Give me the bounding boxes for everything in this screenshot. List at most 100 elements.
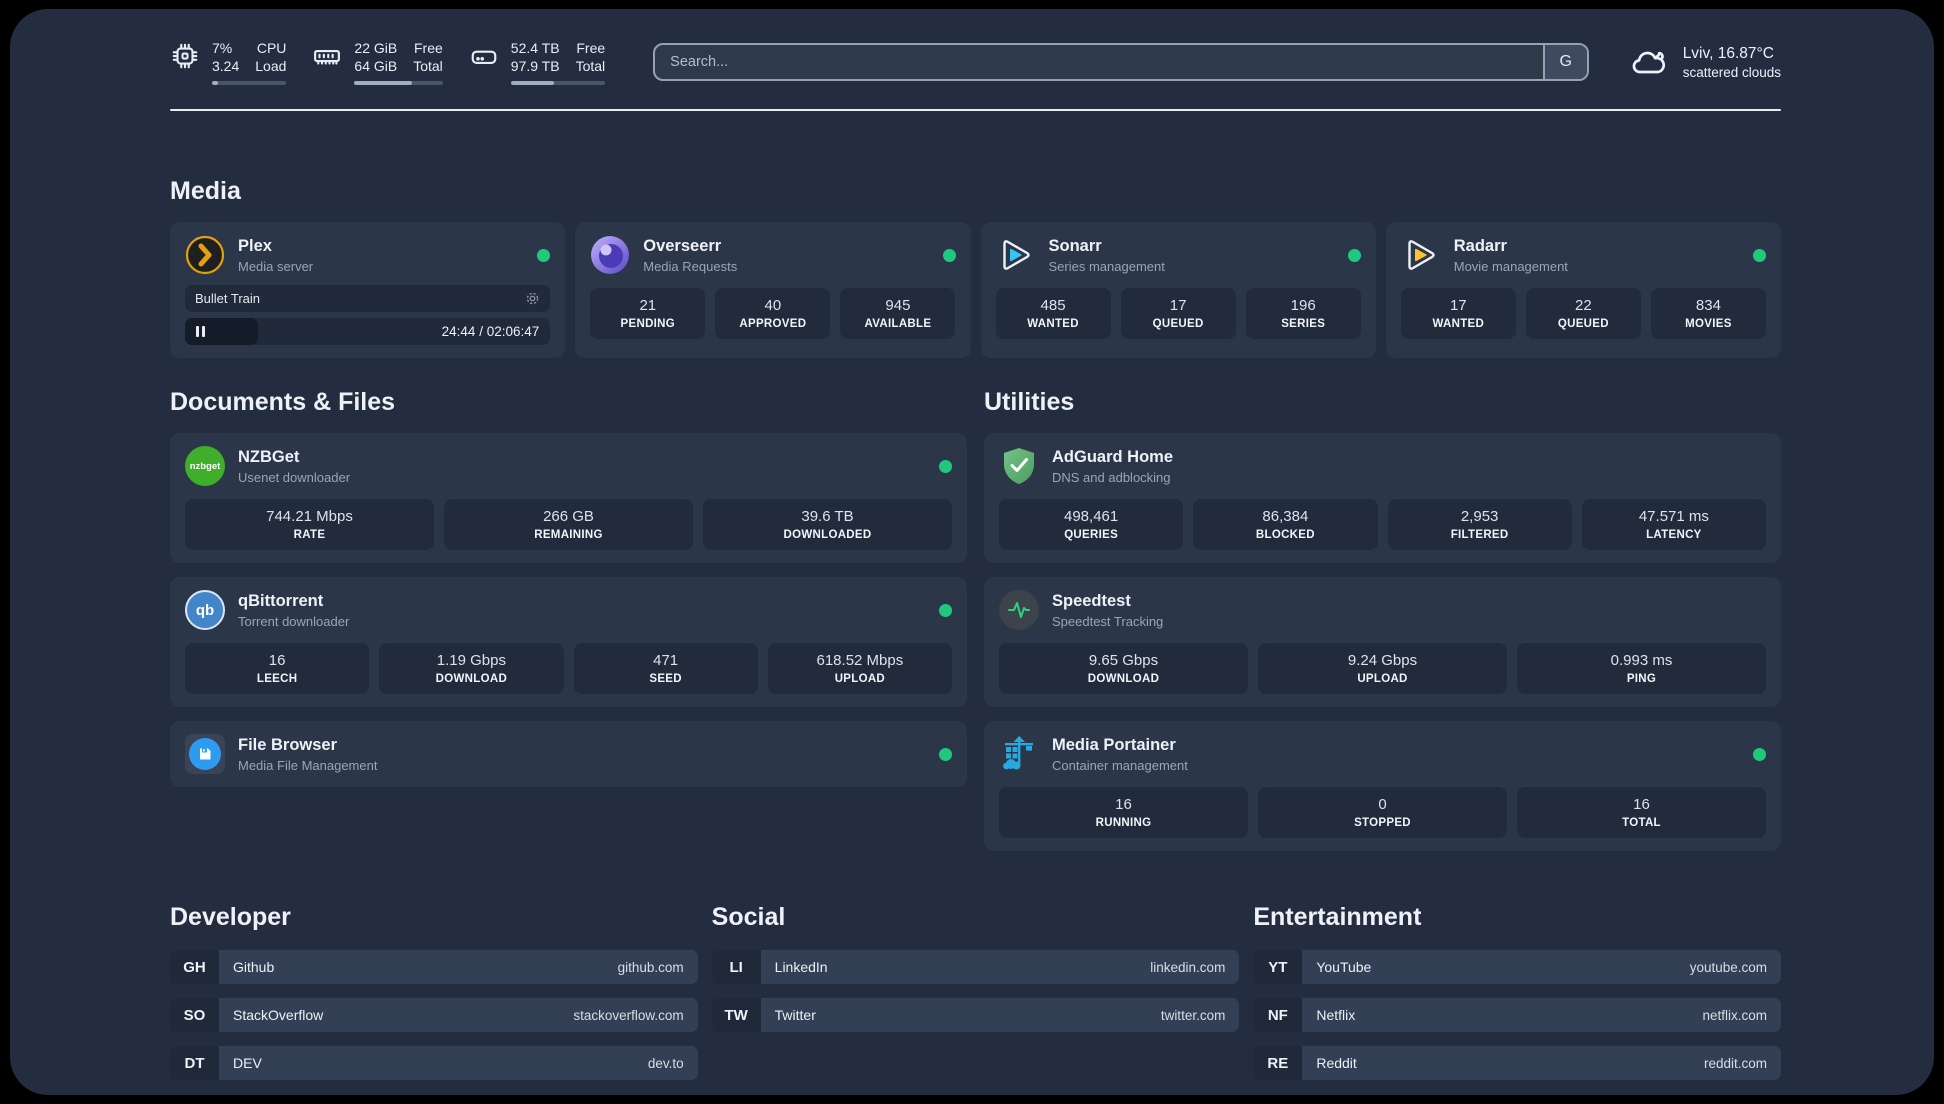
link-abbr: NF — [1253, 998, 1303, 1033]
plex-icon — [185, 236, 225, 275]
disk-progress-fill — [510, 81, 555, 86]
status-dot — [939, 747, 952, 761]
stat-series: 196 SERIES — [1245, 288, 1361, 340]
playback-progress-bar[interactable]: 24:44 / 02:06:47 — [185, 318, 551, 346]
weather-widget: Lviv, 16.87°C scattered clouds — [1629, 42, 1781, 82]
disk-stats: 52.4 TB 97.9 TB Free Total — [510, 39, 606, 86]
section-title-media: Media — [170, 177, 241, 206]
app-desc: Container management — [1052, 757, 1188, 773]
section-title-developer: Developer — [170, 903, 291, 932]
adguard-icon — [1004, 448, 1034, 485]
stat-rate: 744.21 Mbps RATE — [185, 499, 434, 551]
links-social: Social LI LinkedIn linkedin.com TW Twitt… — [711, 903, 1240, 1094]
disk-total-label: Total — [575, 58, 606, 75]
disk-progress-track — [510, 81, 606, 86]
app-card-speedtest[interactable]: Speedtest Speedtest Tracking 9.65 Gbps D… — [984, 577, 1781, 708]
cpu-load-value: 3.24 — [212, 58, 240, 75]
link-abbr: RE — [1253, 1046, 1303, 1081]
stat-upload: 9.24 Gbps UPLOAD — [1258, 643, 1507, 695]
header-divider — [170, 109, 1781, 112]
disk-free-label: Free — [576, 40, 606, 56]
app-name: Media Portainer — [1052, 735, 1176, 754]
app-card-sonarr[interactable]: Sonarr Series management 485 WANTED 17 Q… — [980, 222, 1376, 359]
app-name: AdGuard Home — [1052, 447, 1174, 466]
link-abbr: GH — [170, 950, 219, 985]
status-dot — [942, 248, 956, 262]
stat-queued: 22 QUEUED — [1525, 288, 1641, 340]
stat-running: 16 RUNNING — [999, 787, 1248, 839]
utilities-column: Utilities AdGuard Home DNS and adblockin… — [984, 388, 1781, 852]
playback-progress-fill — [185, 318, 259, 346]
app-card-qbittorrent[interactable]: qb qBittorrent Torrent downloader 16 LEE… — [170, 577, 967, 708]
section-title-social: Social — [711, 903, 786, 932]
nzbget-icon: nzbget — [185, 446, 225, 487]
stat-filtered: 2,953 FILTERED — [1387, 499, 1572, 551]
link-github[interactable]: GH Github github.com — [170, 950, 698, 985]
disk-icon — [471, 50, 497, 64]
pause-icon — [196, 326, 199, 338]
ram-free-label: Free — [414, 40, 443, 56]
link-abbr: DT — [170, 1046, 219, 1081]
app-card-nzbget[interactable]: nzbget NZBGet Usenet downloader 744.21 M… — [170, 433, 967, 564]
link-twitter[interactable]: TW Twitter twitter.com — [711, 998, 1240, 1033]
app-card-overseerr[interactable]: Overseerr Media Requests 21 PENDING 40 A… — [575, 222, 971, 359]
stat-remaining: 266 GB REMAINING — [444, 499, 693, 551]
cpu-progress-fill — [212, 81, 218, 86]
cloud-icon — [1632, 51, 1665, 74]
stat-seed: 471 SEED — [573, 643, 758, 695]
stat-download: 9.65 Gbps DOWNLOAD — [999, 643, 1248, 695]
link-dev[interactable]: DT DEV dev.to — [170, 1046, 698, 1081]
settings-icon[interactable] — [525, 291, 540, 306]
app-card-plex[interactable]: Plex Media server Bullet Train 24:44 / 0… — [170, 222, 566, 359]
stat-ping: 0.993 ms PING — [1517, 643, 1766, 695]
ram-widget: 22 GiB 64 GiB Free Total — [312, 39, 443, 86]
search-bar[interactable]: G — [653, 43, 1589, 82]
cpu-label: CPU — [256, 40, 287, 56]
app-card-radarr[interactable]: Radarr Movie management 17 WANTED 22 QUE… — [1385, 222, 1781, 359]
sonarr-icon — [1002, 240, 1030, 271]
status-dot — [1347, 248, 1361, 262]
app-name: Speedtest — [1052, 591, 1131, 610]
stat-total: 16 TOTAL — [1517, 787, 1766, 839]
app-desc: Media Requests — [643, 258, 738, 274]
app-desc: Movie management — [1453, 258, 1568, 274]
playback-time: 24:44 / 02:06:47 — [441, 324, 540, 340]
link-abbr: YT — [1253, 950, 1303, 985]
link-linkedin[interactable]: LI LinkedIn linkedin.com — [711, 950, 1240, 985]
app-name: Sonarr — [1048, 236, 1102, 255]
weather-location: Lviv, 16.87°C — [1682, 44, 1774, 62]
status-dot — [939, 603, 952, 617]
ram-total-label: Total — [413, 58, 443, 75]
disk-free-value: 52.4 TB — [510, 40, 560, 56]
status-dot — [939, 459, 952, 473]
link-reddit[interactable]: RE Reddit reddit.com — [1253, 1046, 1781, 1081]
cpu-icon — [172, 43, 198, 69]
stat-leech: 16 LEECH — [185, 643, 370, 695]
now-playing-row: Bullet Train — [185, 285, 551, 313]
section-title-documents: Documents & Files — [170, 388, 396, 417]
app-card-adguard[interactable]: AdGuard Home DNS and adblocking 498,461 … — [984, 433, 1781, 564]
app-desc: Media File Management — [238, 757, 378, 773]
app-desc: DNS and adblocking — [1052, 469, 1171, 485]
link-abbr: TW — [711, 998, 761, 1033]
stat-downloaded: 39.6 TB DOWNLOADED — [703, 499, 952, 551]
stat-queries: 498,461 QUERIES — [999, 499, 1184, 551]
status-dot — [1753, 248, 1766, 262]
stat-queued: 17 QUEUED — [1120, 288, 1236, 340]
documents-column: Documents & Files nzbget NZBGet Usenet d… — [170, 388, 967, 851]
app-card-filebrowser[interactable]: File Browser Media File Management — [170, 721, 967, 788]
link-youtube[interactable]: YT YouTube youtube.com — [1253, 950, 1781, 985]
section-title-utilities: Utilities — [984, 388, 1075, 417]
stat-wanted: 485 WANTED — [995, 288, 1111, 340]
section-title-entertainment: Entertainment — [1253, 903, 1422, 932]
app-card-portainer[interactable]: Media Portainer Container management 16 … — [984, 721, 1781, 852]
radarr-icon — [1408, 240, 1435, 271]
search-input[interactable] — [655, 45, 1543, 80]
link-netflix[interactable]: NF Netflix netflix.com — [1253, 998, 1781, 1033]
app-desc: Media server — [238, 258, 314, 274]
search-engine-button[interactable]: G — [1542, 45, 1587, 80]
cpu-usage: 7% — [212, 40, 233, 56]
link-stackoverflow[interactable]: SO StackOverflow stackoverflow.com — [170, 998, 698, 1033]
stat-available: 945 AVAILABLE — [840, 288, 956, 340]
app-name: Plex — [238, 236, 272, 255]
